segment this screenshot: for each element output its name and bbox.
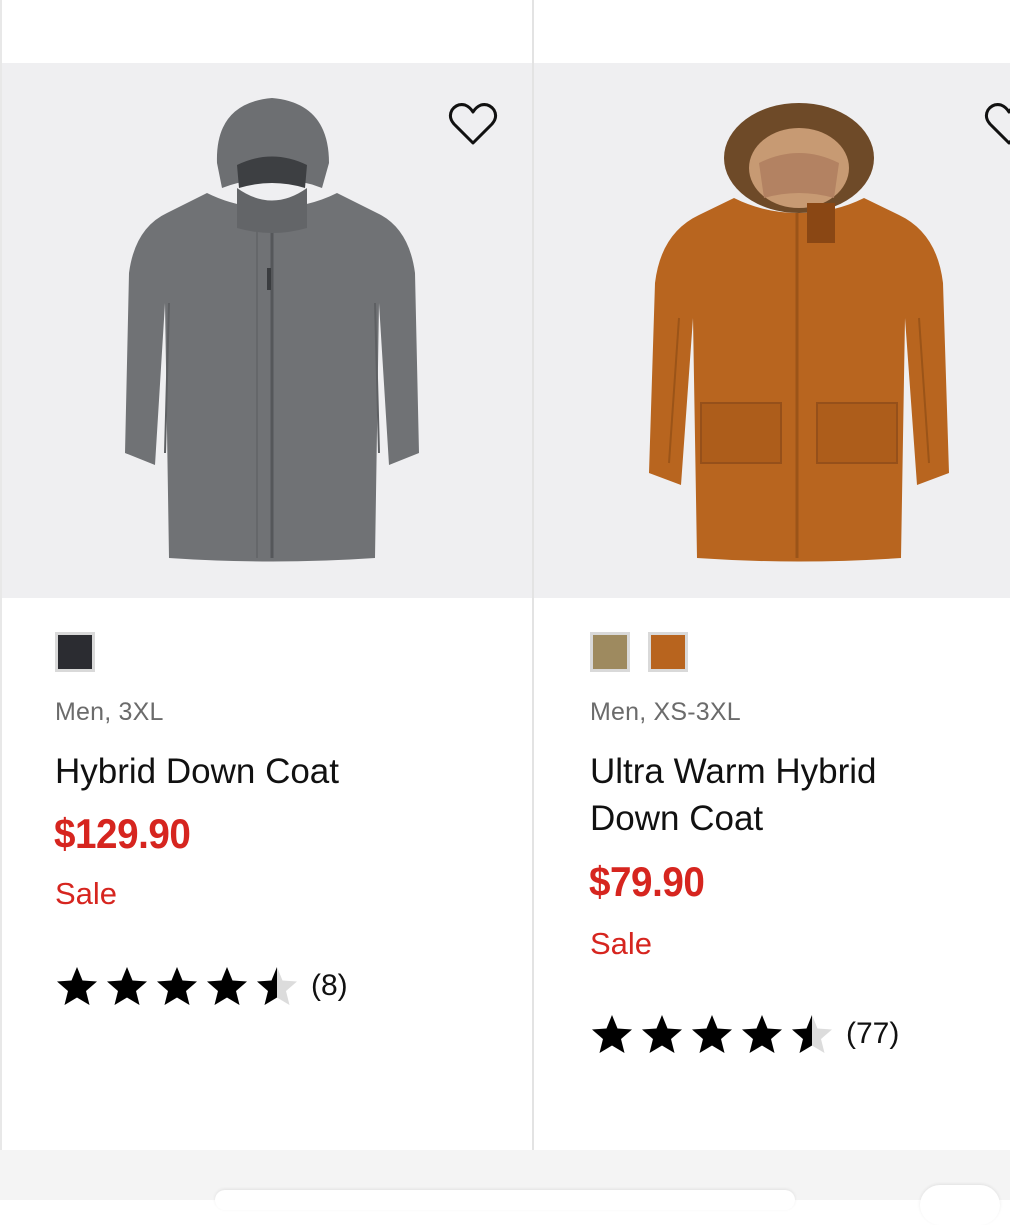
star-full-icon <box>57 967 97 1005</box>
sale-label: Sale <box>590 926 653 961</box>
favorite-heart-icon[interactable] <box>982 99 1010 149</box>
color-swatch[interactable] <box>590 632 630 672</box>
star-half-icon <box>792 1015 832 1053</box>
bottom-search-pill[interactable] <box>215 1190 795 1210</box>
product-card-ultra-warm-hybrid-down-coat[interactable]: Men, XS-3XL Ultra Warm Hybrid Down Coat … <box>534 0 1010 1150</box>
review-count: (77) <box>846 1017 900 1050</box>
brown-parka-image <box>649 103 949 562</box>
product-grid: Men, 3XL Hybrid Down Coat $129.90 Sale (… <box>0 0 1010 1150</box>
star-half-icon <box>257 967 297 1005</box>
product-meta: Men, XS-3XL <box>590 698 741 726</box>
gray-coat-image <box>125 98 419 562</box>
product-meta: Men, 3XL <box>55 698 164 726</box>
color-swatch[interactable] <box>55 632 95 672</box>
favorite-heart-icon[interactable] <box>446 99 500 149</box>
product-image[interactable] <box>534 63 1010 598</box>
bottom-action-button[interactable] <box>920 1185 1000 1225</box>
star-full-icon <box>207 967 247 1005</box>
product-price: $79.90 <box>589 858 705 905</box>
color-swatches <box>590 632 688 672</box>
product-name[interactable]: Ultra Warm Hybrid Down Coat <box>590 748 970 842</box>
review-count: (8) <box>311 969 348 1002</box>
star-rating[interactable]: (8) <box>55 965 348 1007</box>
color-swatches <box>55 632 95 672</box>
star-full-icon <box>692 1015 732 1053</box>
product-image[interactable] <box>2 63 532 598</box>
sale-label: Sale <box>55 876 118 911</box>
star-full-icon <box>107 967 147 1005</box>
product-card-hybrid-down-coat[interactable]: Men, 3XL Hybrid Down Coat $129.90 Sale (… <box>2 0 532 1150</box>
star-full-icon <box>157 967 197 1005</box>
star-full-icon <box>642 1015 682 1053</box>
product-name[interactable]: Hybrid Down Coat <box>55 748 435 795</box>
star-rating[interactable]: (77) <box>590 1013 899 1055</box>
product-price: $129.90 <box>54 810 191 857</box>
star-full-icon <box>742 1015 782 1053</box>
star-full-icon <box>592 1015 632 1053</box>
color-swatch[interactable] <box>648 632 688 672</box>
